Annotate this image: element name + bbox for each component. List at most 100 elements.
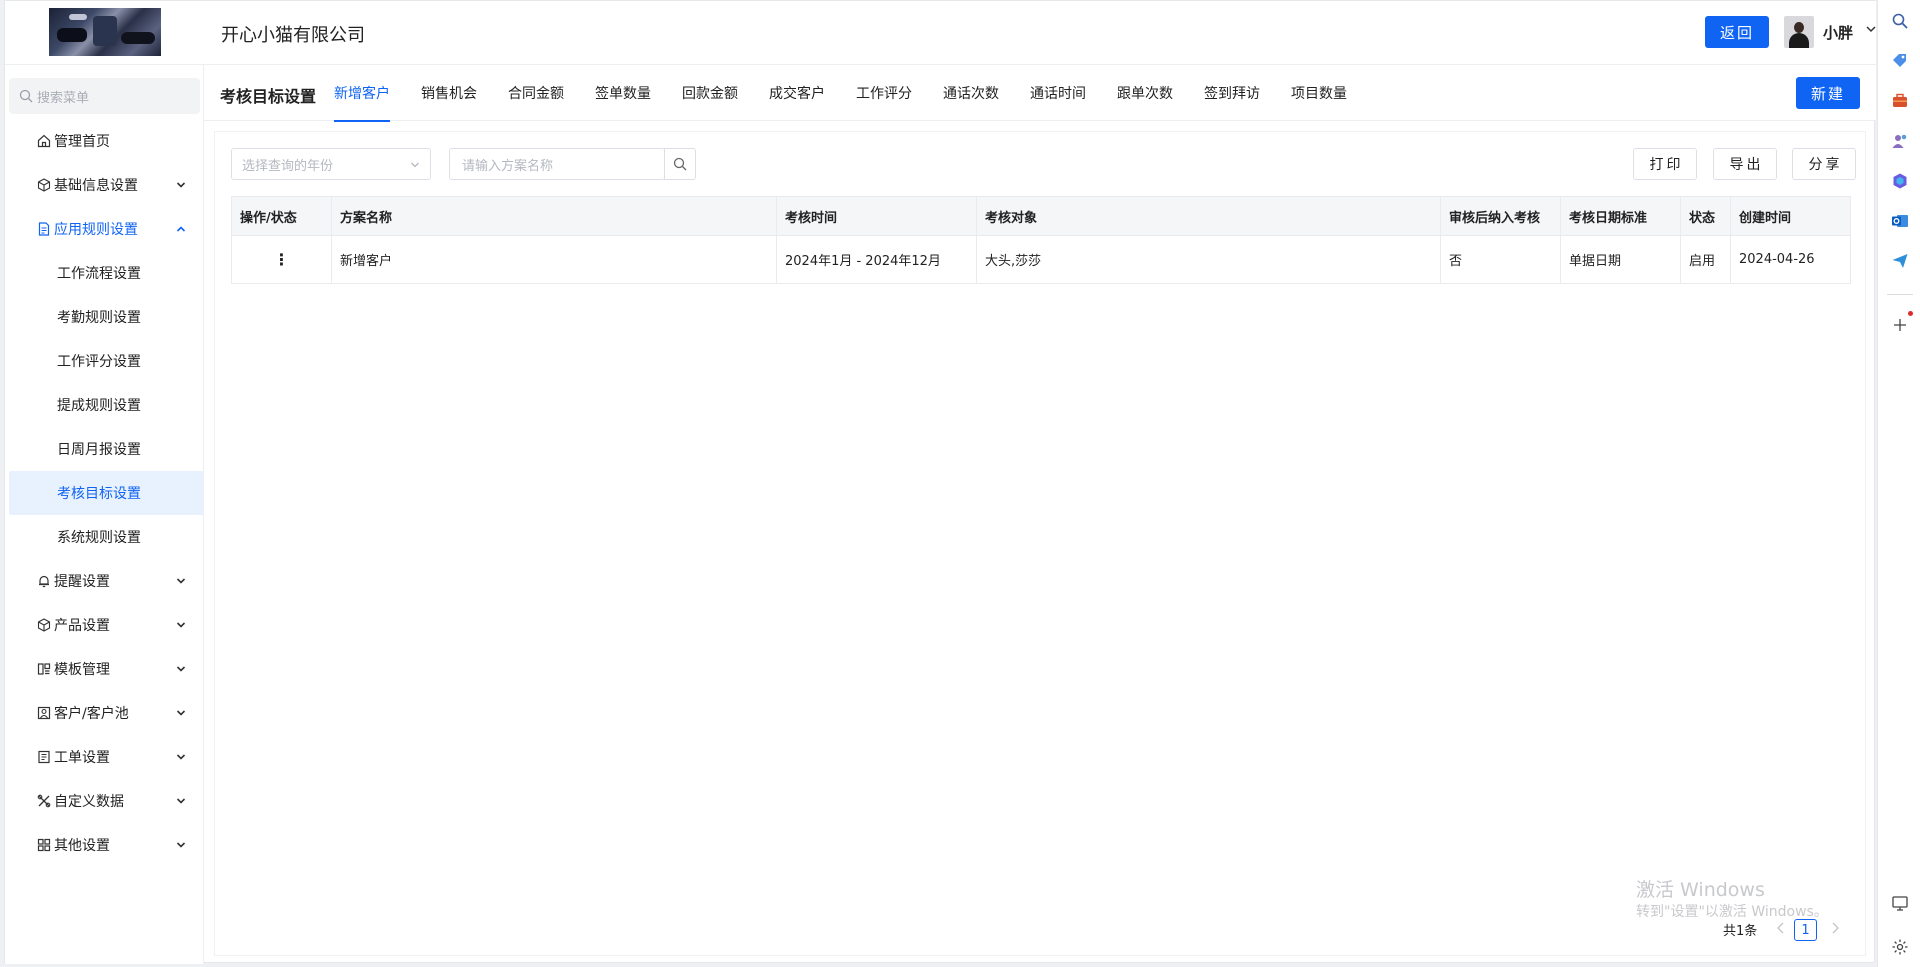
sidebar-item-label: 提醒设置 <box>54 574 110 590</box>
table-row[interactable]: ⋮ 新增客户 2024年1月 - 2024年12月 大头,莎莎 否 单据日期 启… <box>231 235 1851 284</box>
chevron-down-icon <box>176 798 186 804</box>
sidebar: 搜索菜单 管理首页 基础信息设置 应用规则设置 工作流程设置 考勤规则设置 工作… <box>5 65 204 964</box>
column-header-plan-name[interactable]: 方案名称 <box>331 196 777 236</box>
grid-icon <box>37 838 51 852</box>
chevron-down-icon <box>176 710 186 716</box>
activation-watermark-title: 激活 Windows <box>1636 879 1765 901</box>
row-actions-menu[interactable]: ⋮ <box>231 235 332 284</box>
column-header-date-basis[interactable]: 考核日期标准 <box>1560 196 1681 236</box>
outlook-icon[interactable] <box>1891 212 1909 230</box>
tab-check-in-visits[interactable]: 签到拜访 <box>1204 65 1260 121</box>
tab-payment-amount[interactable]: 回款金额 <box>682 65 738 121</box>
year-select-placeholder: 选择查询的年份 <box>242 158 334 174</box>
send-icon[interactable] <box>1891 252 1909 270</box>
rail-divider <box>1887 294 1913 295</box>
avatar[interactable] <box>1784 16 1814 48</box>
briefcase-icon[interactable] <box>1891 92 1909 110</box>
sidebar-subitem-commission[interactable]: 提成规则设置 <box>9 383 204 427</box>
tab-followup-count[interactable]: 跟单次数 <box>1117 65 1173 121</box>
sidebar-subitem-attendance[interactable]: 考勤规则设置 <box>9 295 204 339</box>
share-button[interactable]: 分享 <box>1792 148 1856 180</box>
sidebar-item-label: 客户/客户池 <box>54 706 129 722</box>
main-panel: 选择查询的年份 请输入方案名称 打印 导出 分享 操作/状态 方案名称 考核时间… <box>214 131 1866 956</box>
sidebar-item-label: 工单设置 <box>54 750 110 766</box>
plus-icon[interactable] <box>1891 316 1909 334</box>
column-header-created[interactable]: 创建时间 <box>1730 196 1851 236</box>
sidebar-subitem-work-score[interactable]: 工作评分设置 <box>9 339 204 383</box>
screen-capture-icon[interactable] <box>1891 894 1909 912</box>
column-header-after-review[interactable]: 审核后纳入考核 <box>1440 196 1561 236</box>
chevron-down-icon[interactable] <box>1865 23 1877 35</box>
copilot-icon[interactable] <box>1891 172 1909 190</box>
tab-closed-customers[interactable]: 成交客户 <box>769 65 825 121</box>
sidebar-subitem-assessment-targets[interactable]: 考核目标设置 <box>9 471 204 515</box>
sidebar-item-products[interactable]: 产品设置 <box>9 603 204 647</box>
chevron-down-icon <box>176 842 186 848</box>
sidebar-item-label: 基础信息设置 <box>54 178 138 194</box>
sidebar-subitem-reports[interactable]: 日周月报设置 <box>9 427 204 471</box>
new-button[interactable]: 新建 <box>1796 77 1860 109</box>
cube-icon <box>37 618 51 632</box>
page-title: 考核目标设置 <box>220 87 317 106</box>
home-icon <box>37 134 51 148</box>
sidebar-item-label: 其他设置 <box>54 838 110 854</box>
plans-table: 操作/状态 方案名称 考核时间 考核对象 审核后纳入考核 考核日期标准 状态 创… <box>231 196 1851 284</box>
username[interactable]: 小胖 <box>1823 22 1853 43</box>
sidebar-item-label: 应用规则设置 <box>54 222 138 238</box>
tab-call-duration[interactable]: 通话时间 <box>1030 65 1086 121</box>
search-button[interactable] <box>664 148 696 180</box>
chevron-down-icon <box>176 622 186 628</box>
cell-after-review: 否 <box>1440 235 1561 284</box>
tab-signed-count[interactable]: 签单数量 <box>595 65 651 121</box>
sidebar-item-other[interactable]: 其他设置 <box>9 823 204 867</box>
sidebar-item-custom-data[interactable]: 自定义数据 <box>9 779 204 823</box>
tab-new-customers[interactable]: 新增客户 <box>334 65 390 122</box>
sidebar-menu: 管理首页 基础信息设置 应用规则设置 工作流程设置 考勤规则设置 工作评分设置 … <box>9 119 204 867</box>
tab-project-count[interactable]: 项目数量 <box>1291 65 1347 121</box>
column-header-status[interactable]: 状态 <box>1680 196 1731 236</box>
tab-call-count[interactable]: 通话次数 <box>943 65 999 121</box>
column-header-period[interactable]: 考核时间 <box>776 196 977 236</box>
cell-period: 2024年1月 - 2024年12月 <box>776 235 977 284</box>
chevron-left-icon[interactable] <box>1775 920 1787 936</box>
sidebar-item-label: 产品设置 <box>54 618 110 634</box>
plan-name-placeholder: 请输入方案名称 <box>462 158 554 174</box>
company-logo <box>49 8 161 56</box>
sidebar-item-home[interactable]: 管理首页 <box>9 119 204 163</box>
chevron-down-icon <box>176 578 186 584</box>
browser-side-rail <box>1877 0 1920 967</box>
chevron-right-icon[interactable] <box>1829 920 1841 936</box>
pagination-page-1[interactable]: 1 <box>1794 919 1817 941</box>
company-name: 开心小猫有限公司 <box>221 25 365 46</box>
sidebar-item-customers[interactable]: 客户/客户池 <box>9 691 204 735</box>
sidebar-item-tickets[interactable]: 工单设置 <box>9 735 204 779</box>
tab-contract-amount[interactable]: 合同金额 <box>508 65 564 121</box>
people-icon[interactable] <box>1891 132 1909 150</box>
sidebar-item-basic-info[interactable]: 基础信息设置 <box>9 163 204 207</box>
sidebar-item-reminders[interactable]: 提醒设置 <box>9 559 204 603</box>
contact-icon <box>37 706 51 720</box>
tag-icon[interactable] <box>1891 52 1909 70</box>
pagination-total: 共1条 <box>1723 924 1758 939</box>
cell-date-basis: 单据日期 <box>1560 235 1681 284</box>
cell-target: 大头,莎莎 <box>976 235 1441 284</box>
back-button[interactable]: 返回 <box>1705 16 1769 48</box>
plan-name-search-input[interactable]: 请输入方案名称 <box>449 148 665 180</box>
sidebar-item-templates[interactable]: 模板管理 <box>9 647 204 691</box>
sidebar-item-app-rules[interactable]: 应用规则设置 <box>9 207 204 251</box>
menu-search-input[interactable]: 搜索菜单 <box>9 78 200 114</box>
bell-icon <box>39 575 49 588</box>
gear-icon[interactable] <box>1891 938 1909 956</box>
year-select[interactable]: 选择查询的年份 <box>231 148 431 180</box>
print-button[interactable]: 打印 <box>1633 148 1697 180</box>
tab-work-score[interactable]: 工作评分 <box>856 65 912 121</box>
export-button[interactable]: 导出 <box>1713 148 1777 180</box>
tab-sales-opportunities[interactable]: 销售机会 <box>421 65 477 121</box>
chevron-down-icon <box>176 666 186 672</box>
search-icon[interactable] <box>1891 12 1909 30</box>
sidebar-subitem-system-rules[interactable]: 系统规则设置 <box>9 515 204 559</box>
sidebar-subitem-workflow[interactable]: 工作流程设置 <box>9 251 204 295</box>
notification-dot <box>1908 311 1913 316</box>
column-header-target[interactable]: 考核对象 <box>976 196 1441 236</box>
top-header: 开心小猫有限公司 返回 小胖 <box>5 1 1876 65</box>
